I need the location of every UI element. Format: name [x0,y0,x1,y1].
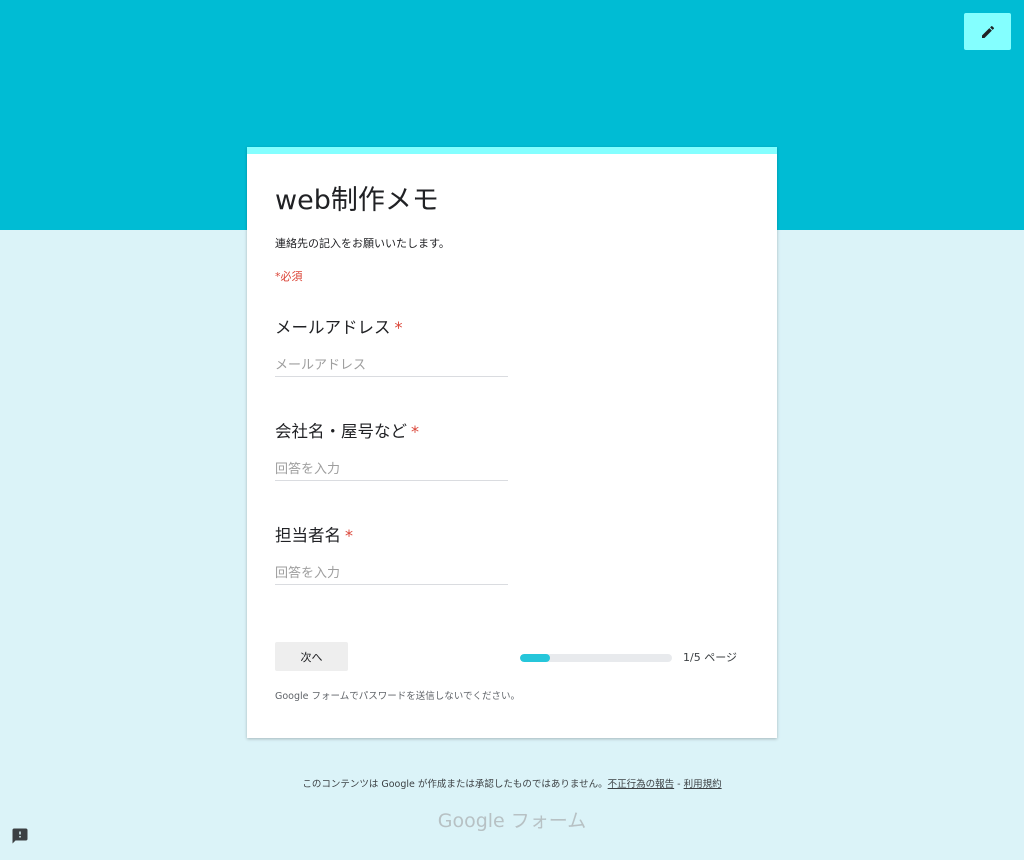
required-note: *必須 [275,270,303,283]
feedback-icon[interactable] [11,827,29,845]
next-button[interactable]: 次へ [275,642,348,671]
required-star: * [345,526,353,545]
question-label: 担当者名 * [275,526,353,545]
form-card: web制作メモ 連絡先の記入をお願いいたします。 *必須 メールアドレス* 会社… [247,147,777,738]
footer-separator: - [674,779,684,790]
form-title: web制作メモ [275,185,439,216]
card-accent-bar [247,147,777,154]
question-company: 会社名・屋号など * [275,421,535,481]
question-contact-person: 担当者名 * [275,525,535,585]
footer-disclaimer: このコンテンツは Google が作成または承認したものではありません。不正行為… [0,778,1024,792]
edit-button[interactable] [964,13,1011,50]
progress-bar [520,654,672,662]
terms-link[interactable]: 利用規約 [684,779,722,790]
google-forms-logo[interactable]: Google フォーム [0,808,1024,834]
page-indicator: 1/5 ページ [683,651,737,664]
question-email: メールアドレス * [275,317,535,377]
company-name-field[interactable] [275,459,508,481]
progress-fill [520,654,551,662]
email-field[interactable] [275,355,508,377]
disclaimer-text: このコンテンツは Google が作成または承認したものではありません。 [302,779,608,790]
required-star: * [394,318,403,337]
pencil-icon [980,24,996,40]
contact-person-field[interactable] [275,563,508,585]
required-star: * [411,422,419,441]
form-description: 連絡先の記入をお願いいたします。 [275,237,450,250]
password-warning: Google フォームでパスワードを送信しないでください。 [275,691,520,702]
question-label: 会社名・屋号など * [275,422,419,441]
report-abuse-link[interactable]: 不正行為の報告 [608,779,675,790]
question-label: メールアドレス * [275,318,403,337]
